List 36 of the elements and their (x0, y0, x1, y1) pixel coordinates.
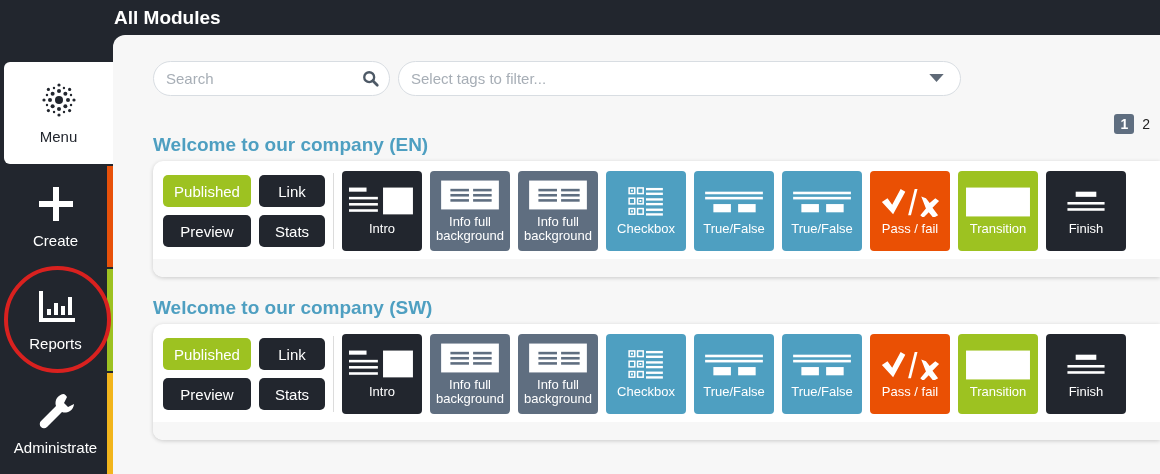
slide-tile[interactable]: Intro (342, 334, 422, 414)
search-icon (362, 70, 380, 88)
module-title[interactable]: Welcome to our company (EN) (153, 134, 1160, 158)
slide-tile[interactable]: Info full background (518, 334, 598, 414)
slide-tile[interactable]: Finish (1046, 334, 1126, 414)
blank-slide-icon (965, 349, 1031, 380)
search-field[interactable]: Search (153, 61, 390, 96)
slide-tile[interactable]: True/False (694, 334, 774, 414)
slide-tile[interactable]: Pass / fail (870, 171, 950, 251)
slide-tile[interactable]: Checkbox (606, 171, 686, 251)
page-title: All Modules (113, 6, 221, 29)
slide-tile[interactable]: Info full background (430, 171, 510, 251)
sidebar-item[interactable]: Reports (4, 269, 113, 371)
page-link[interactable]: 1 (1114, 114, 1135, 134)
action-button[interactable]: Stats (259, 215, 325, 247)
slide-tile[interactable]: True/False (782, 171, 862, 251)
layout-icon (349, 349, 415, 380)
page-link[interactable]: 2 (1138, 114, 1154, 134)
caret-icon (929, 74, 944, 83)
action-button[interactable]: Stats (259, 378, 325, 410)
action-button[interactable]: Preview (163, 378, 251, 410)
slide-tile[interactable]: True/False (694, 171, 774, 251)
slide-tile[interactable]: Info full background (518, 171, 598, 251)
action-button[interactable]: Preview (163, 215, 251, 247)
slide-tile[interactable]: True/False (782, 334, 862, 414)
blank-slide-icon (965, 186, 1031, 217)
layout-icon (349, 186, 415, 217)
action-button[interactable]: Link (259, 175, 325, 207)
slide-tile[interactable]: Info full background (430, 334, 510, 414)
module-title[interactable]: Welcome to our company (SW) (153, 297, 1160, 321)
slide-tile[interactable]: Intro (342, 171, 422, 251)
slide-tile[interactable]: Checkbox (606, 334, 686, 414)
action-button[interactable]: Link (259, 338, 325, 370)
slide-tile[interactable]: Pass / fail (870, 334, 950, 414)
slide-tile[interactable]: Finish (1046, 171, 1126, 251)
sidebar-item[interactable]: Menu (4, 62, 113, 164)
